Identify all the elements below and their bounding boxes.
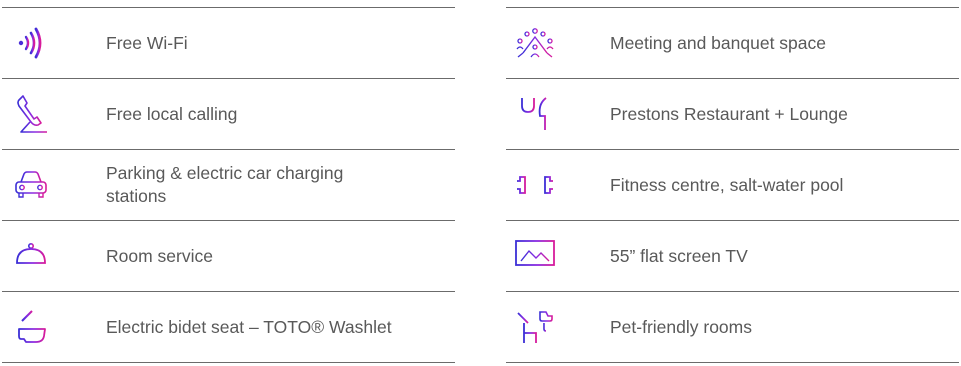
car-icon xyxy=(6,163,56,207)
amenity-row: Free Wi-Fi xyxy=(2,7,455,78)
tv-screen-icon xyxy=(510,234,560,278)
pet-dog-icon xyxy=(510,305,560,349)
amenity-label: Pet-friendly rooms xyxy=(610,316,752,337)
amenity-label: Prestons Restaurant + Lounge xyxy=(610,103,848,124)
amenity-label: Free Wi-Fi xyxy=(106,32,188,53)
fork-knife-icon xyxy=(510,92,560,136)
amenity-row: Room service xyxy=(2,220,455,291)
amenities-left-column: Free Wi-Fi Free local calling Parking & … xyxy=(2,7,455,363)
amenity-label: Fitness centre, salt-water pool xyxy=(610,174,844,195)
amenity-label: Free local calling xyxy=(106,103,238,124)
amenity-row: Electric bidet seat – TOTO® Washlet xyxy=(2,291,455,363)
phone-icon xyxy=(6,92,56,136)
amenity-row: Meeting and banquet space xyxy=(506,7,959,78)
amenity-row: 55” flat screen TV xyxy=(506,220,959,291)
amenity-row: Parking & electric car charging stations xyxy=(2,149,455,220)
bidet-toilet-icon xyxy=(6,305,56,349)
amenity-row: Prestons Restaurant + Lounge xyxy=(506,78,959,149)
amenities-right-column: Meeting and banquet space Prestons Resta… xyxy=(506,7,959,363)
dumbbell-icon xyxy=(510,163,560,207)
amenity-label: Parking & electric car charging stations xyxy=(106,163,344,206)
amenity-label: Room service xyxy=(106,245,213,266)
amenity-row: Fitness centre, salt-water pool xyxy=(506,149,959,220)
amenity-row: Pet-friendly rooms xyxy=(506,291,959,363)
amenity-row: Free local calling xyxy=(2,78,455,149)
wifi-icon xyxy=(6,21,56,65)
amenity-label: 55” flat screen TV xyxy=(610,245,748,266)
room-service-cloche-icon xyxy=(6,234,56,278)
meeting-people-icon xyxy=(510,21,560,65)
amenity-label: Electric bidet seat – TOTO® Washlet xyxy=(106,316,392,337)
amenity-label: Meeting and banquet space xyxy=(610,32,826,53)
